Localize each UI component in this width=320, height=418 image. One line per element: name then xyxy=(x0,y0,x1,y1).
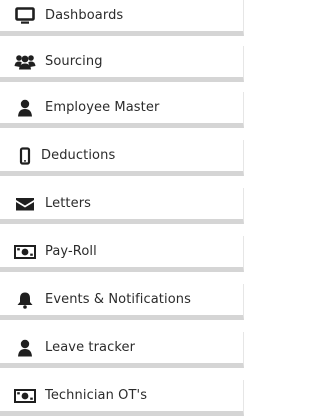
sidebar-item-employee-master[interactable]: Employee Master xyxy=(0,92,244,128)
money-icon xyxy=(14,386,36,406)
envelope-icon xyxy=(14,194,36,214)
sidebar-item-letters[interactable]: Letters xyxy=(0,188,244,224)
sidebar-item-label: Leave tracker xyxy=(45,340,136,355)
user-icon xyxy=(14,98,36,118)
sidebar-item-label: Employee Master xyxy=(45,100,160,115)
sidebar-item-dashboards[interactable]: Dashboards xyxy=(0,0,244,36)
sidebar-item-label: Events & Notifications xyxy=(45,292,191,307)
user-icon xyxy=(14,338,36,358)
sidebar-item-pay-roll[interactable]: Pay-Roll xyxy=(0,236,244,272)
sidebar-item-sourcing[interactable]: Sourcing xyxy=(0,46,244,82)
money-icon xyxy=(14,242,36,262)
sidebar-item-label: Letters xyxy=(45,196,92,211)
monitor-icon xyxy=(14,6,36,26)
users-icon xyxy=(14,52,36,72)
sidebar-item-technician-ots[interactable]: Technician OT's xyxy=(0,380,244,416)
sidebar-item-label: Dashboards xyxy=(45,8,124,23)
mobile-icon xyxy=(14,146,36,166)
sidebar-item-deductions[interactable]: Deductions xyxy=(0,140,244,176)
sidebar-item-leave-tracker[interactable]: Leave tracker xyxy=(0,332,244,368)
sidebar-menu: Dashboards Sourcing Employee Master Dedu… xyxy=(0,0,250,418)
bell-icon xyxy=(14,290,36,310)
sidebar-item-label: Sourcing xyxy=(45,54,103,69)
sidebar-item-label: Pay-Roll xyxy=(45,244,97,259)
sidebar-item-events-notifications[interactable]: Events & Notifications xyxy=(0,284,244,320)
sidebar-item-label: Deductions xyxy=(41,148,116,163)
sidebar-item-label: Technician OT's xyxy=(45,388,148,403)
